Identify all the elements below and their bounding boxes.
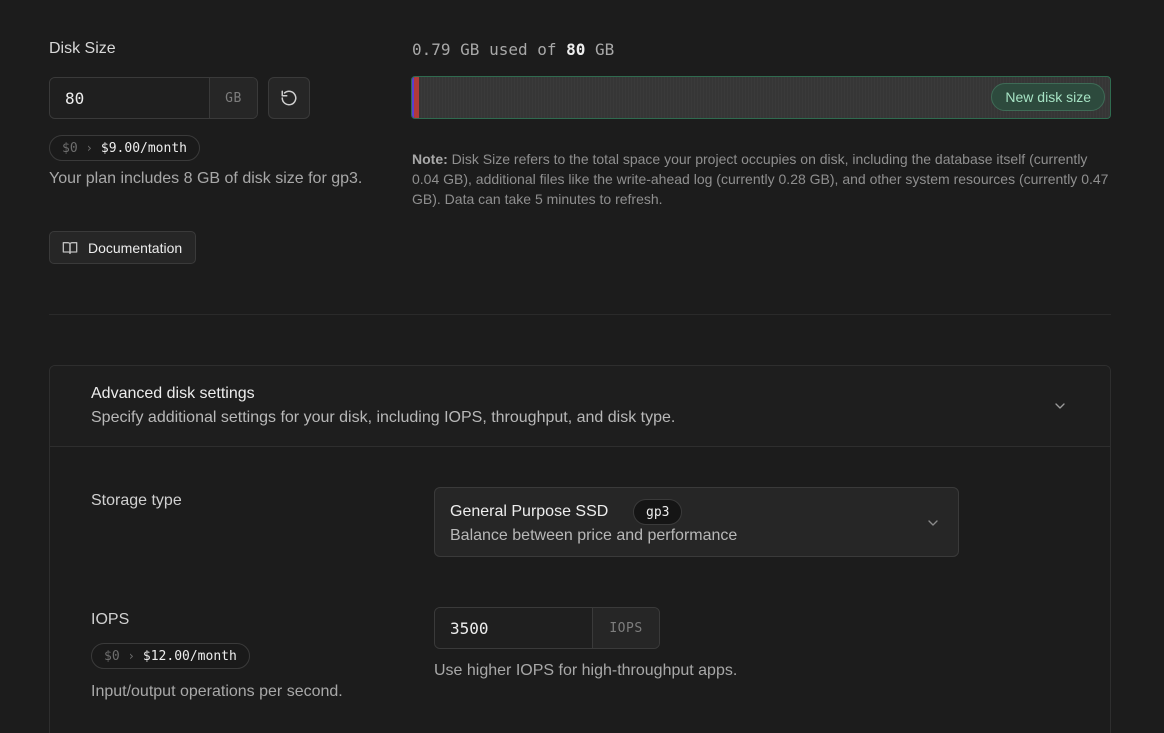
disk-usage-bar: New disk size	[411, 76, 1111, 119]
chevron-right-icon: ›	[85, 141, 93, 155]
advanced-disk-settings-panel: Advanced disk settings Specify additiona…	[49, 365, 1111, 733]
note-body: Disk Size refers to the total space your…	[412, 151, 1109, 207]
disk-size-label: Disk Size	[49, 40, 116, 57]
disk-usage-fill	[412, 77, 419, 118]
section-divider	[49, 314, 1111, 315]
storage-type-label: Storage type	[91, 492, 182, 509]
iops-unit: IOPS	[592, 608, 659, 648]
storage-type-description: Balance between price and performance	[450, 527, 738, 544]
reset-icon	[281, 90, 297, 106]
iops-input[interactable]: 3500	[435, 608, 592, 648]
iops-price-old: $0	[104, 648, 120, 664]
chevron-down-icon	[928, 520, 938, 526]
storage-type-name: General Purpose SSD	[450, 503, 609, 520]
disk-size-input[interactable]: 80	[50, 78, 209, 118]
iops-help-text: Use higher IOPS for high-throughput apps…	[434, 662, 738, 679]
advanced-settings-title: Advanced disk settings	[91, 385, 255, 402]
chevron-right-icon: ›	[127, 649, 135, 663]
new-disk-size-tag: New disk size	[991, 83, 1105, 111]
iops-description: Input/output operations per second.	[91, 683, 343, 700]
storage-type-select[interactable]: General Purpose SSD gp3 Balance between …	[434, 487, 959, 557]
disk-usage-label: 0.79 GB used of 80 GB	[412, 40, 614, 59]
iops-label: IOPS	[91, 611, 130, 628]
disk-usage-unit: GB	[595, 40, 615, 59]
chevron-down-icon[interactable]	[1052, 398, 1068, 414]
disk-size-note: Note: Disk Size refers to the total spac…	[412, 149, 1112, 209]
disk-price-old: $0	[62, 140, 78, 156]
disk-price-change: $0 › $9.00/month	[49, 135, 200, 161]
disk-size-unit: GB	[209, 78, 257, 118]
advanced-settings-header[interactable]: Advanced disk settings Specify additiona…	[50, 366, 1110, 447]
advanced-settings-description: Specify additional settings for your dis…	[91, 409, 676, 426]
disk-usage-total: 80	[566, 40, 586, 59]
iops-input-group: 3500 IOPS	[434, 607, 660, 649]
iops-price-change: $0 › $12.00/month	[91, 643, 250, 669]
documentation-button[interactable]: Documentation	[49, 231, 197, 264]
disk-settings-page: Disk Size 80 GB $0 › $9.00/month Your pl…	[0, 0, 1164, 733]
disk-usage-used: 0.79 GB used of	[412, 40, 557, 59]
iops-price-new: $12.00/month	[142, 648, 237, 664]
storage-type-badge: gp3	[633, 499, 683, 525]
disk-size-input-group: 80 GB	[49, 77, 258, 119]
disk-plan-note: Your plan includes 8 GB of disk size for…	[49, 170, 363, 187]
disk-price-new: $9.00/month	[100, 140, 187, 156]
note-title: Note:	[412, 151, 448, 167]
documentation-label: Documentation	[88, 239, 183, 256]
reset-disk-size-button[interactable]	[268, 77, 310, 119]
book-icon	[62, 241, 78, 254]
